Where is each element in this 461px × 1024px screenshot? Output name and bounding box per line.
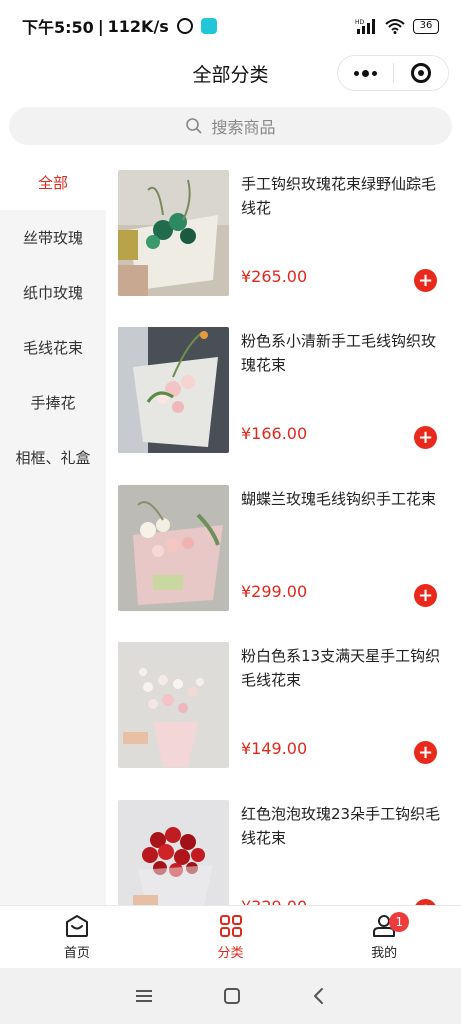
more-dots-icon xyxy=(353,69,377,77)
wifi-icon xyxy=(385,19,405,34)
search-icon xyxy=(186,118,203,134)
add-to-cart-button[interactable]: + xyxy=(414,584,437,607)
system-nav-bar xyxy=(0,968,461,1024)
page-title: 全部分类 xyxy=(192,63,269,86)
home-icon xyxy=(65,914,88,937)
add-to-cart-button[interactable]: + xyxy=(414,741,437,764)
status-separator: | xyxy=(97,16,104,36)
tab-category[interactable]: 分类 xyxy=(154,906,308,968)
product-name[interactable]: 粉白色系13支满天星手工钩织毛线花束 xyxy=(241,644,447,692)
search-input[interactable]: 搜索商品 xyxy=(9,107,452,145)
product-name[interactable]: 蝴蝶兰玫瑰毛线钩织手工花束 xyxy=(241,487,447,511)
app-notification-icon xyxy=(200,18,217,34)
close-target-icon xyxy=(410,63,431,83)
alarm-icon xyxy=(176,18,193,34)
status-left: 下午5:50 | 112K/s xyxy=(22,14,217,38)
product-image-red-rose-bouquet[interactable] xyxy=(118,800,229,905)
add-to-cart-button[interactable]: + xyxy=(414,269,437,292)
status-speed: 112K/s xyxy=(107,16,169,36)
menu-icon[interactable] xyxy=(134,988,154,1004)
notification-badge: 1 xyxy=(389,912,410,932)
product-list: 手工钩织玫瑰花束绿野仙踪毛线花 ¥265.00 + 粉色系小清新手工毛线钩织玫瑰… xyxy=(106,155,461,905)
sidebar-item-tissue-rose[interactable]: 纸巾玫瑰 xyxy=(0,265,106,320)
product-item[interactable]: 蝴蝶兰玫瑰毛线钩织手工花束 ¥299.00 + xyxy=(118,485,453,611)
sidebar-item-all[interactable]: 全部 xyxy=(0,155,106,210)
battery-icon: 36 xyxy=(413,18,439,34)
product-image-green-rose-bouquet[interactable] xyxy=(118,170,229,296)
svg-text:HD: HD xyxy=(355,19,365,26)
home-square-icon[interactable] xyxy=(222,986,242,1006)
search-placeholder: 搜索商品 xyxy=(211,118,276,137)
tab-profile-label: 我的 xyxy=(371,945,398,961)
tab-profile[interactable]: 我的 1 xyxy=(307,906,461,968)
tab-home[interactable]: 首页 xyxy=(0,906,154,968)
product-price: ¥149.00 xyxy=(241,739,308,758)
product-image-pink-rose-bouquet[interactable] xyxy=(118,327,229,453)
category-icon xyxy=(219,914,242,937)
plus-icon: + xyxy=(417,741,434,763)
product-image-pink-white-gypsophila-bouquet[interactable] xyxy=(118,642,229,768)
plus-icon: + xyxy=(417,426,434,448)
nav-bar: 全部分类 xyxy=(0,52,461,94)
product-item[interactable]: 粉白色系13支满天星手工钩织毛线花束 ¥149.00 + xyxy=(118,642,453,768)
product-item[interactable]: 红色泡泡玫瑰23朵手工钩织毛线花束 ¥329.00 + xyxy=(118,800,453,905)
product-price: ¥166.00 xyxy=(241,424,308,443)
signal-icon: HD xyxy=(355,19,375,34)
product-image-orchid-rose-bouquet[interactable] xyxy=(118,485,229,611)
product-price: ¥299.00 xyxy=(241,582,308,601)
tab-bar: 首页 分类 我的 1 xyxy=(0,905,461,968)
product-name[interactable]: 手工钩织玫瑰花束绿野仙踪毛线花 xyxy=(241,172,447,220)
close-button[interactable] xyxy=(394,56,449,90)
status-bar: 下午5:50 | 112K/s HD 36 xyxy=(0,0,461,52)
status-right: HD 36 xyxy=(355,18,439,34)
product-price: ¥329.00 xyxy=(241,897,307,905)
mini-program-capsule xyxy=(337,55,449,91)
category-sidebar: 全部 丝带玫瑰 纸巾玫瑰 毛线花束 手捧花 相框、礼盒 xyxy=(0,155,106,905)
status-time: 下午5:50 xyxy=(22,18,94,37)
product-item[interactable]: 粉色系小清新手工毛线钩织玫瑰花束 ¥166.00 + xyxy=(118,327,453,453)
tab-home-label: 首页 xyxy=(63,945,90,961)
product-price: ¥265.00 xyxy=(241,267,308,286)
tab-category-label: 分类 xyxy=(217,945,244,961)
sidebar-item-ribbon-rose[interactable]: 丝带玫瑰 xyxy=(0,210,106,265)
sidebar-item-frame-giftbox[interactable]: 相框、礼盒 xyxy=(0,430,106,485)
add-to-cart-button[interactable]: + xyxy=(414,426,437,449)
back-icon[interactable] xyxy=(311,986,327,1006)
sidebar-item-yarn-bouquet[interactable]: 毛线花束 xyxy=(0,320,106,375)
plus-icon: + xyxy=(417,269,434,291)
plus-icon: + xyxy=(417,584,434,606)
product-name[interactable]: 粉色系小清新手工毛线钩织玫瑰花束 xyxy=(241,329,447,377)
more-button[interactable] xyxy=(338,56,393,90)
product-name[interactable]: 红色泡泡玫瑰23朵手工钩织毛线花束 xyxy=(241,802,447,850)
sidebar-item-hand-bouquet[interactable]: 手捧花 xyxy=(0,375,106,430)
product-item[interactable]: 手工钩织玫瑰花束绿野仙踪毛线花 ¥265.00 + xyxy=(118,170,453,296)
